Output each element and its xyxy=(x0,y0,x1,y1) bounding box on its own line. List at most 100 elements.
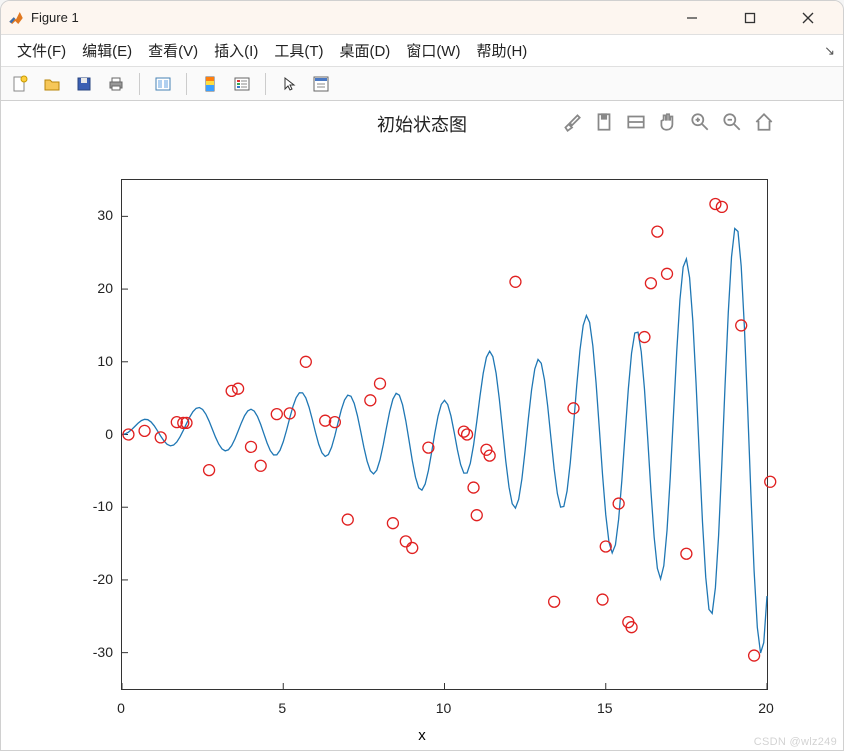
close-button[interactable] xyxy=(779,3,837,33)
y-tick-label: 20 xyxy=(97,280,113,296)
data-marker xyxy=(365,395,376,406)
brush-button[interactable] xyxy=(561,111,583,133)
open-folder-icon xyxy=(43,75,61,93)
y-tick-label: 30 xyxy=(97,207,113,223)
data-marker xyxy=(271,409,282,420)
data-marker xyxy=(204,465,215,476)
data-marker xyxy=(246,441,257,452)
figure-palette-icon xyxy=(154,75,172,93)
pan-icon xyxy=(657,111,679,133)
new-file-button[interactable] xyxy=(7,71,33,97)
plot-svg xyxy=(122,180,767,689)
minimize-button[interactable] xyxy=(663,3,721,33)
data-marker xyxy=(662,268,673,279)
menu-insert[interactable]: 插入(I) xyxy=(206,36,266,65)
save-icon xyxy=(75,75,93,93)
data-marker xyxy=(510,276,521,287)
maximize-button[interactable] xyxy=(721,3,779,33)
titlebar: Figure 1 xyxy=(1,1,843,35)
chart-area: -30-20-100102030 05101520 x xyxy=(1,137,843,750)
toolbar xyxy=(1,67,843,101)
data-cursor-button[interactable] xyxy=(308,71,334,97)
menu-desktop[interactable]: 桌面(D) xyxy=(331,36,398,65)
x-tick-label: 20 xyxy=(758,700,774,716)
data-marker xyxy=(255,460,266,471)
box-zoom-icon xyxy=(625,111,647,133)
menu-tools[interactable]: 工具(T) xyxy=(266,36,331,65)
data-marker xyxy=(749,650,760,661)
toolbar-separator xyxy=(139,73,140,95)
data-marker xyxy=(568,403,579,414)
insert-legend-button[interactable] xyxy=(229,71,255,97)
data-marker xyxy=(765,476,776,487)
axes[interactable] xyxy=(121,179,768,690)
menu-edit[interactable]: 编辑(E) xyxy=(74,36,140,65)
y-tick-label: -30 xyxy=(93,644,113,660)
menu-file[interactable]: 文件(F) xyxy=(9,36,74,65)
data-marker xyxy=(407,542,418,553)
print-icon xyxy=(107,75,125,93)
menu-view[interactable]: 查看(V) xyxy=(140,36,206,65)
x-tick-label: 15 xyxy=(597,700,613,716)
export-icon xyxy=(593,111,615,133)
y-tick-label: -20 xyxy=(93,571,113,587)
toolbar-separator xyxy=(186,73,187,95)
data-marker xyxy=(155,432,166,443)
brush-icon xyxy=(561,111,583,133)
data-marker xyxy=(597,594,608,605)
zoom-in-icon xyxy=(689,111,711,133)
data-cursor-icon xyxy=(312,75,330,93)
box-zoom-button[interactable] xyxy=(625,111,647,133)
export-button[interactable] xyxy=(593,111,615,133)
data-marker xyxy=(458,426,469,437)
toolbar-separator xyxy=(265,73,266,95)
data-marker xyxy=(139,425,150,436)
x-tick-label: 10 xyxy=(436,700,452,716)
data-marker xyxy=(645,278,656,289)
data-marker xyxy=(681,548,692,559)
data-marker xyxy=(468,482,479,493)
x-axis-title: x xyxy=(418,727,426,744)
home-button[interactable] xyxy=(753,111,775,133)
figure-palette-button[interactable] xyxy=(150,71,176,97)
new-file-icon xyxy=(11,75,29,93)
insert-legend-icon xyxy=(233,75,251,93)
insert-colorbar-button[interactable] xyxy=(197,71,223,97)
data-marker xyxy=(226,385,237,396)
data-marker xyxy=(710,199,721,210)
insert-colorbar-icon xyxy=(201,75,219,93)
x-axis-labels: 05101520 xyxy=(121,700,768,720)
matlab-icon xyxy=(7,9,25,27)
data-marker xyxy=(300,356,311,367)
figure-window: Figure 1 文件(F) 编辑(E) 查看(V) 插入(I) 工具(T) 桌… xyxy=(0,0,844,751)
pan-button[interactable] xyxy=(657,111,679,133)
window-title: Figure 1 xyxy=(31,10,79,25)
y-tick-label: 0 xyxy=(105,426,113,442)
zoom-out-icon xyxy=(721,111,743,133)
menu-window[interactable]: 窗口(W) xyxy=(398,36,468,65)
menubar: 文件(F) 编辑(E) 查看(V) 插入(I) 工具(T) 桌面(D) 窗口(W… xyxy=(1,35,843,67)
x-tick-label: 0 xyxy=(117,700,125,716)
zoom-in-button[interactable] xyxy=(689,111,711,133)
window-controls xyxy=(663,3,837,33)
print-button[interactable] xyxy=(103,71,129,97)
figure-axes-toolbar xyxy=(561,111,775,133)
y-axis-labels: -30-20-100102030 xyxy=(1,179,119,690)
data-marker xyxy=(652,226,663,237)
line-series xyxy=(122,228,767,653)
data-marker xyxy=(342,514,353,525)
x-tick-label: 5 xyxy=(278,700,286,716)
data-marker xyxy=(716,201,727,212)
data-marker xyxy=(639,332,650,343)
save-button[interactable] xyxy=(71,71,97,97)
open-button[interactable] xyxy=(39,71,65,97)
data-marker xyxy=(471,510,482,521)
home-icon xyxy=(753,111,775,133)
data-marker xyxy=(400,536,411,547)
pointer-button[interactable] xyxy=(276,71,302,97)
data-marker xyxy=(613,498,624,509)
menu-help[interactable]: 帮助(H) xyxy=(468,36,535,65)
zoom-out-button[interactable] xyxy=(721,111,743,133)
menu-overflow-icon[interactable]: ↘ xyxy=(824,43,835,59)
y-tick-label: -10 xyxy=(93,498,113,514)
